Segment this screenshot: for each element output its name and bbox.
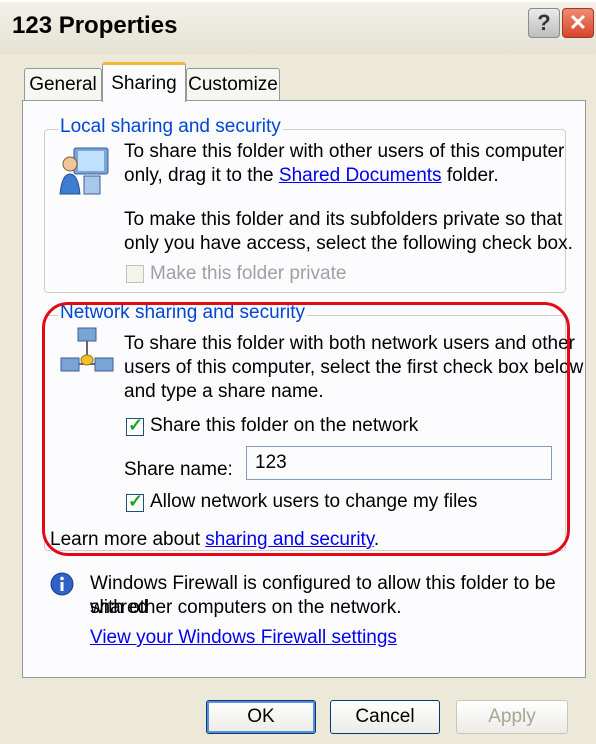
private-desc-line1: To make this folder and its subfolders p…	[124, 209, 563, 230]
help-button[interactable]: ?	[528, 8, 560, 38]
tab-customize[interactable]: Customize	[186, 68, 280, 100]
local-desc-prefix: only, drag it to the	[124, 165, 274, 186]
tab-general[interactable]: General	[24, 68, 102, 100]
make-private-label: Make this folder private	[150, 263, 347, 284]
local-desc-line1: To share this folder with other users of…	[124, 141, 565, 162]
make-private-checkbox[interactable]	[126, 265, 144, 283]
info-icon	[50, 572, 74, 596]
local-desc-line2: only, drag it to the Shared Documents fo…	[124, 164, 499, 188]
computer-users-icon	[59, 147, 109, 195]
local-sharing-title: Local sharing and security	[58, 116, 283, 138]
tab-sharing[interactable]: Sharing	[102, 62, 186, 102]
properties-window: 123 Properties ? ✕ General Sharing Custo…	[0, 2, 596, 744]
title-bar[interactable]: 123 Properties ? ✕	[0, 2, 596, 54]
private-desc-line2: only you have access, select the followi…	[124, 233, 573, 254]
close-button[interactable]: ✕	[562, 8, 594, 38]
close-icon: ✕	[568, 10, 588, 35]
help-icon: ?	[537, 10, 551, 35]
local-desc-suffix: folder.	[446, 165, 499, 186]
apply-button[interactable]: Apply	[456, 700, 568, 734]
firewall-settings-link[interactable]: View your Windows Firewall settings	[90, 626, 397, 650]
highlight-ring	[42, 302, 570, 556]
window-title: 123 Properties	[12, 12, 178, 39]
firewall-line2: with other computers on the network.	[90, 597, 402, 618]
cancel-button[interactable]: Cancel	[330, 700, 440, 734]
ok-button[interactable]: OK	[206, 700, 316, 734]
shared-documents-link[interactable]: Shared Documents	[279, 165, 442, 186]
